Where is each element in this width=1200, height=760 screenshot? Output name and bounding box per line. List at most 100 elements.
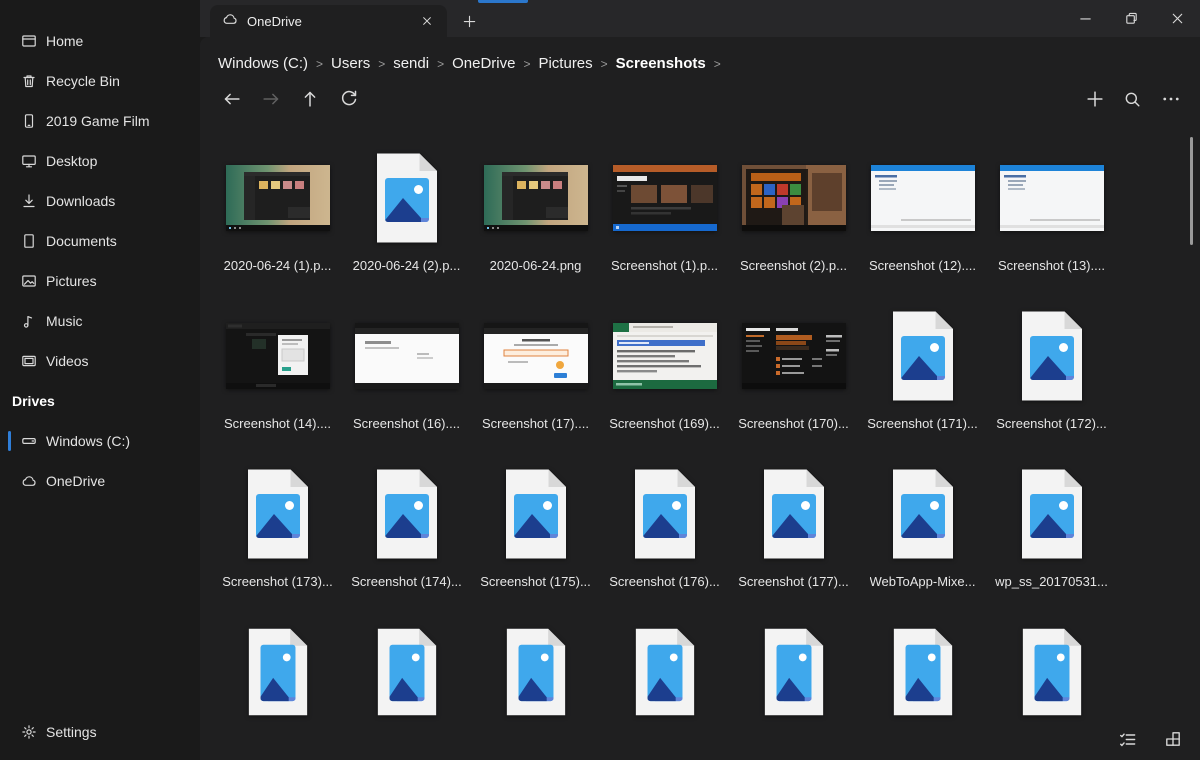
file-name: Screenshot (172)... [996, 416, 1107, 431]
file-item[interactable]: Screenshot (172)... [987, 300, 1116, 458]
list-check-button[interactable] [1112, 724, 1142, 754]
file-item[interactable] [987, 616, 1116, 760]
image-file-icon [475, 624, 597, 720]
minimize-button[interactable] [1062, 0, 1108, 37]
image-file-icon [991, 624, 1113, 720]
layout-grid-button[interactable] [1158, 724, 1188, 754]
file-name: Screenshot (171)... [867, 416, 978, 431]
breadcrumb-chevron-icon: > [600, 57, 608, 71]
sidebar-item-recycle-bin[interactable]: Recycle Bin [0, 61, 200, 101]
document-icon [20, 233, 37, 250]
file-item[interactable] [471, 616, 600, 760]
content-pane: Windows (C:) > Users > sendi > OneDrive > Pictur… [200, 37, 1200, 760]
file-item[interactable] [729, 616, 858, 760]
drive-icon [20, 433, 37, 450]
vertical-scrollbar[interactable] [1190, 137, 1193, 245]
forward-button[interactable] [259, 85, 282, 113]
breadcrumb-chevron-icon: > [378, 57, 386, 71]
file-item[interactable]: Screenshot (175)... [471, 458, 600, 616]
file-item[interactable] [342, 616, 471, 760]
file-item[interactable]: Screenshot (177)... [729, 458, 858, 616]
file-name: Screenshot (169)... [609, 416, 720, 431]
sidebar-item-onedrive[interactable]: OneDrive [0, 461, 200, 501]
sidebar-item-label: Desktop [46, 153, 98, 169]
add-button[interactable] [1083, 85, 1106, 113]
sidebar-item-pictures[interactable]: Pictures [0, 261, 200, 301]
file-item[interactable]: Screenshot (173)... [213, 458, 342, 616]
sidebar-item-videos[interactable]: Videos [0, 341, 200, 381]
breadcrumb-segment-sendi[interactable]: sendi [393, 55, 429, 72]
sidebar-section-drives: Drives [12, 393, 55, 409]
file-name: Screenshot (16).... [353, 416, 460, 431]
file-item[interactable]: Screenshot (14).... [213, 300, 342, 458]
file-name: wp_ss_20170531... [995, 574, 1108, 589]
cloud-icon [20, 473, 37, 490]
sidebar-item-downloads[interactable]: Downloads [0, 181, 200, 221]
breadcrumb-chevron-icon: > [437, 57, 445, 71]
file-item[interactable]: 2020-06-24 (2).p... [342, 142, 471, 300]
file-item[interactable]: Screenshot (169)... [600, 300, 729, 458]
main-pane: OneDrive Windows (C:) > Users > sendi > OneDri… [200, 0, 1200, 760]
file-name: Screenshot (14).... [224, 416, 331, 431]
file-item[interactable]: Screenshot (2).p... [729, 142, 858, 300]
image-file-icon [475, 466, 597, 562]
image-file-icon [217, 466, 339, 562]
file-item[interactable]: 2020-06-24.png [471, 142, 600, 300]
file-item[interactable]: Screenshot (1).p... [600, 142, 729, 300]
actions-toolbar [1083, 85, 1182, 113]
file-thumbnail [733, 308, 855, 404]
up-button[interactable] [298, 85, 321, 113]
breadcrumb-segment-onedrive[interactable]: OneDrive [452, 55, 515, 72]
file-item[interactable]: WebToApp-Mixe... [858, 458, 987, 616]
desktop-icon [20, 153, 37, 170]
refresh-button[interactable] [337, 85, 360, 113]
file-thumbnail [217, 308, 339, 404]
file-item[interactable]: wp_ss_20170531... [987, 458, 1116, 616]
file-item[interactable]: Screenshot (176)... [600, 458, 729, 616]
search-button[interactable] [1121, 85, 1144, 113]
file-item[interactable]: Screenshot (16).... [342, 300, 471, 458]
file-name: 2020-06-24 (1).p... [223, 258, 332, 273]
file-item[interactable] [600, 616, 729, 760]
file-item[interactable]: Screenshot (17).... [471, 300, 600, 458]
image-file-icon [604, 624, 726, 720]
sidebar-item-desktop[interactable]: Desktop [0, 141, 200, 181]
file-thumbnail [217, 150, 339, 246]
restore-button[interactable] [1108, 0, 1154, 37]
file-item[interactable]: Screenshot (170)... [729, 300, 858, 458]
image-file-icon [733, 624, 855, 720]
navigation-toolbar [220, 85, 360, 113]
image-file-icon [604, 466, 726, 562]
sidebar-item-label: Pictures [46, 273, 97, 289]
tab-onedrive[interactable]: OneDrive [210, 5, 447, 37]
file-item[interactable]: Screenshot (12).... [858, 142, 987, 300]
breadcrumb-segment-windows-c[interactable]: Windows (C:) [218, 55, 308, 72]
breadcrumb-segment-pictures[interactable]: Pictures [538, 55, 592, 72]
more-button[interactable] [1159, 85, 1182, 113]
file-item[interactable]: Screenshot (13).... [987, 142, 1116, 300]
breadcrumb-segment-users[interactable]: Users [331, 55, 370, 72]
sidebar-item-2019-game-film[interactable]: 2019 Game Film [0, 101, 200, 141]
file-thumbnail [604, 150, 726, 246]
file-item[interactable]: 2020-06-24 (1).p... [213, 142, 342, 300]
sidebar-item-label: OneDrive [46, 473, 106, 489]
back-button[interactable] [220, 85, 243, 113]
file-thumbnail [346, 308, 468, 404]
pictures-icon [20, 273, 37, 290]
new-tab-button[interactable] [455, 8, 483, 34]
file-name: Screenshot (13).... [998, 258, 1105, 273]
file-item[interactable] [858, 616, 987, 760]
close-button[interactable] [1154, 0, 1200, 37]
sidebar-item-home[interactable]: Home [0, 21, 200, 61]
sidebar-item-settings[interactable]: Settings [0, 712, 200, 752]
breadcrumb-segment-screenshots[interactable]: Screenshots [616, 55, 706, 72]
sidebar-item-documents[interactable]: Documents [0, 221, 200, 261]
file-name: Screenshot (177)... [738, 574, 849, 589]
file-item[interactable] [213, 616, 342, 760]
sidebar-item-windows-c[interactable]: Windows (C:) [0, 421, 200, 461]
sidebar-item-music[interactable]: Music [0, 301, 200, 341]
tab-bar: OneDrive [200, 0, 1200, 37]
close-tab-icon[interactable] [415, 9, 439, 33]
file-item[interactable]: Screenshot (174)... [342, 458, 471, 616]
file-item[interactable]: Screenshot (171)... [858, 300, 987, 458]
